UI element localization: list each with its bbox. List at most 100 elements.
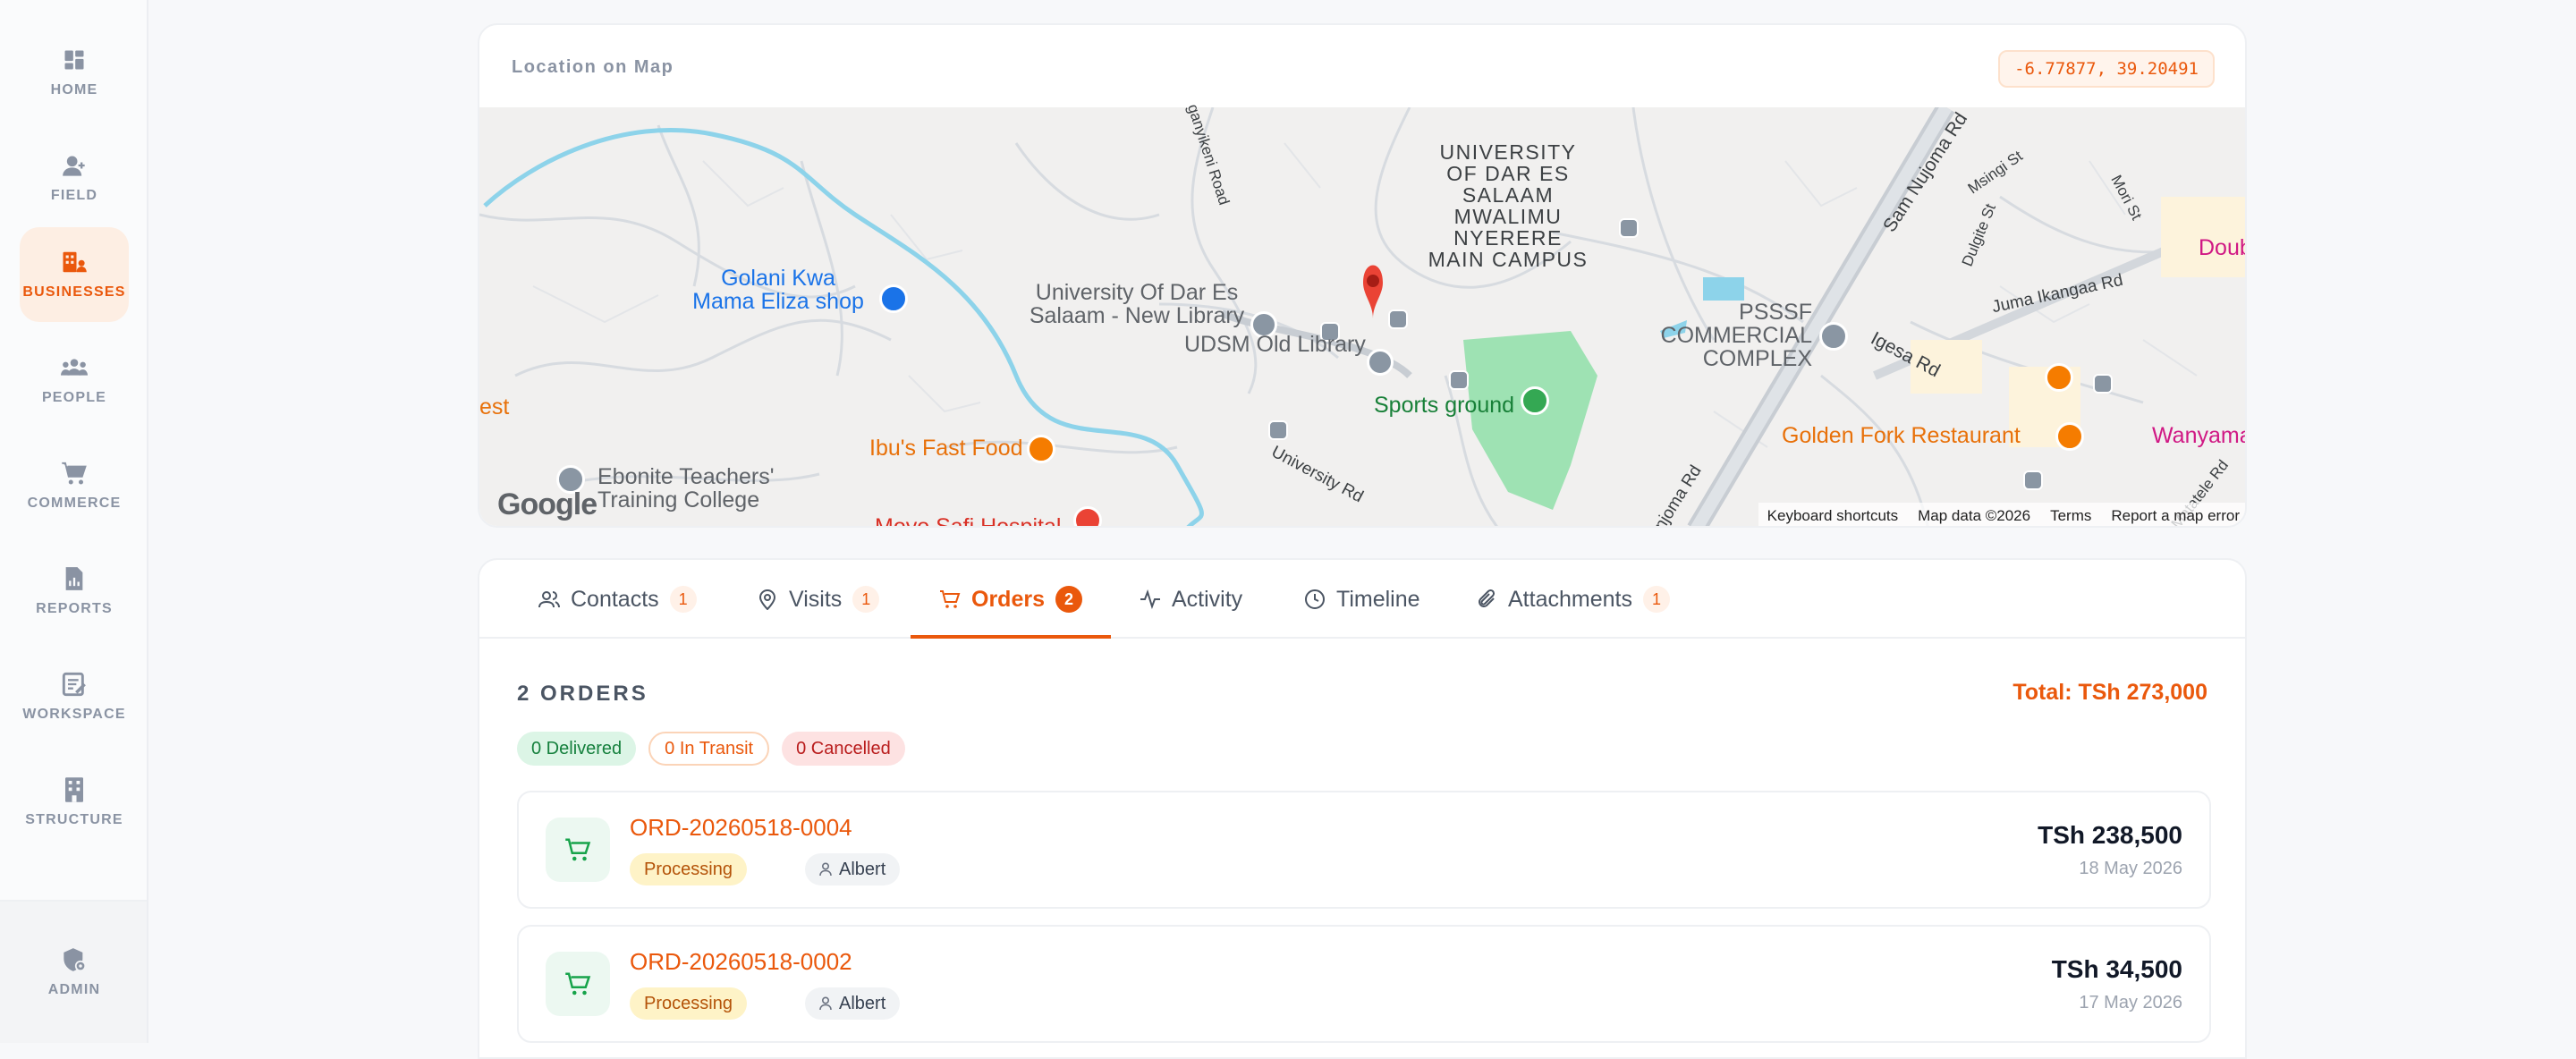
order-user-badge: Albert: [805, 853, 901, 885]
nav-reports[interactable]: REPORTS: [20, 544, 129, 639]
map-footer: Keyboard shortcuts Map data ©2026 Terms …: [1758, 503, 2245, 526]
nav-field[interactable]: FIELD: [20, 131, 129, 225]
nav-admin[interactable]: ADMIN: [20, 925, 129, 1020]
tab-count-badge: 1: [1642, 586, 1670, 613]
workspace-icon: [61, 671, 88, 698]
cart-icon: [546, 818, 610, 882]
order-date: 18 May 2026: [2079, 859, 2182, 878]
ebonite-label: Ebonite Teachers' Training College: [597, 464, 775, 513]
tab-timeline[interactable]: Timeline: [1304, 560, 1420, 639]
nav-label: HOME: [50, 82, 98, 97]
complex-pin-icon[interactable]: [1819, 322, 1848, 351]
nav-label: REPORTS: [36, 601, 113, 616]
user-icon: [819, 862, 832, 877]
clock-icon: [1304, 589, 1326, 610]
admin-shield-icon: [61, 946, 88, 973]
est-label: est: [479, 394, 510, 419]
order-id-link[interactable]: ORD-20260518-0004: [630, 814, 852, 842]
moyo-label: Moyo Safi Hospital: [875, 514, 1062, 528]
nav-label: WORKSPACE: [22, 707, 126, 722]
restaurant-pin-icon[interactable]: [2055, 422, 2084, 451]
tab-orders[interactable]: Orders 2: [939, 560, 1082, 639]
order-date: 17 May 2026: [2079, 993, 2182, 1012]
tab-count-badge: 2: [1055, 586, 1082, 613]
tab-activity[interactable]: Activity: [1140, 560, 1242, 639]
people-icon: [61, 354, 88, 381]
in-transit-count-pill[interactable]: 0 In Transit: [648, 732, 770, 766]
cancelled-count-pill[interactable]: 0 Cancelled: [782, 732, 905, 766]
order-status-summary: 0 Delivered 0 In Transit 0 Cancelled: [517, 732, 905, 766]
shop-pin-icon[interactable]: [879, 284, 908, 313]
sidebar-footer: ADMIN: [0, 902, 147, 1043]
bus-stop-icon: [2023, 470, 2043, 490]
tab-bar: Contacts 1 Visits 1 Orders 2 Activity Ti…: [479, 560, 2245, 639]
delivered-count-pill[interactable]: 0 Delivered: [517, 732, 637, 766]
google-logo: Google: [497, 487, 597, 521]
order-id-link[interactable]: ORD-20260518-0002: [630, 948, 852, 976]
hospital-pin-icon[interactable]: [1073, 506, 1102, 526]
field-user-icon: [61, 152, 88, 179]
restaurant-pin-icon[interactable]: [1027, 435, 1055, 463]
campus-label: UNIVERSITY OF DAR ES SALAAM MWALIMU NYER…: [1428, 140, 1589, 271]
old-library-label: UDSM Old Library: [1184, 332, 1366, 357]
library-pin-icon[interactable]: [1367, 349, 1394, 376]
map-card: Location on Map -6.77877, 39.20491 UNIVE…: [478, 23, 2247, 528]
bus-stop-icon: [2093, 374, 2113, 394]
bus-stop-icon: [1619, 218, 1639, 238]
tab-visits[interactable]: Visits 1: [757, 560, 880, 639]
nav-label: ADMIN: [47, 982, 101, 997]
coordinates-badge: -6.77877, 39.20491: [1998, 50, 2215, 88]
nav-label: BUSINESSES: [22, 284, 126, 300]
order-user-name: Albert: [839, 859, 886, 879]
bus-stop-icon: [1388, 309, 1408, 329]
details-card: Contacts 1 Visits 1 Orders 2 Activity Ti…: [478, 558, 2247, 1059]
order-amount: TSh 238,500: [2038, 821, 2182, 849]
nav-label: STRUCTURE: [25, 812, 123, 827]
golden-fork-label: Golden Fork Restaurant: [1782, 423, 2021, 448]
tab-attachments[interactable]: Attachments 1: [1476, 560, 1670, 639]
nav-commerce[interactable]: COMMERCE: [20, 438, 129, 533]
nav-label: COMMERCE: [27, 496, 122, 511]
orders-heading: 2 ORDERS: [517, 682, 648, 706]
home-icon: [61, 47, 88, 73]
tab-contacts[interactable]: Contacts 1: [538, 560, 697, 639]
structure-icon: [61, 776, 88, 803]
tab-label: Orders: [971, 586, 1045, 612]
cart-icon: [546, 952, 610, 1016]
wanyama-label: Wanyama: [2152, 423, 2247, 448]
nav-structure[interactable]: STRUCTURE: [20, 755, 129, 850]
order-status-badge: Processing: [630, 987, 747, 1020]
active-tab-indicator: [911, 635, 1111, 639]
cart-icon: [61, 460, 88, 487]
map-title: Location on Map: [512, 57, 674, 77]
terms-link[interactable]: Terms: [2050, 507, 2091, 525]
tab-label: Activity: [1172, 586, 1243, 612]
nav-home[interactable]: HOME: [20, 25, 129, 120]
tab-label: Contacts: [571, 586, 659, 612]
order-amount: TSh 34,500: [2051, 955, 2182, 983]
map-data-attribution: Map data ©2026: [1918, 507, 2031, 524]
map-view[interactable]: UNIVERSITY OF DAR ES SALAAM MWALIMU NYER…: [479, 102, 2247, 528]
tab-count-badge: 1: [852, 586, 880, 613]
nav-people[interactable]: PEOPLE: [20, 333, 129, 428]
keyboard-shortcuts-link[interactable]: Keyboard shortcuts: [1767, 507, 1898, 525]
psssf-label: PSSSF COMMERCIAL COMPLEX: [1660, 300, 1812, 371]
doub-label: Doub: [2199, 235, 2247, 260]
sports-ground-label: Sports ground: [1374, 393, 1515, 418]
restaurant-pin-icon[interactable]: [2045, 363, 2073, 392]
tab-label: Visits: [789, 586, 843, 612]
nav-businesses[interactable]: BUSINESSES: [20, 227, 129, 322]
orders-total: Total: TSh 273,000: [2012, 680, 2207, 705]
map-header: Location on Map -6.77877, 39.20491: [479, 25, 2245, 107]
businesses-icon: [61, 249, 88, 275]
report-error-link[interactable]: Report a map error: [2111, 507, 2240, 525]
tab-count-badge: 1: [669, 586, 697, 613]
bus-stop-icon: [1449, 370, 1469, 390]
sports-pin-icon[interactable]: [1521, 386, 1549, 415]
contacts-icon: [538, 589, 560, 610]
order-row[interactable]: ORD-20260518-0002 Processing Albert TSh …: [517, 925, 2211, 1043]
shop-label: Golani Kwa Mama Eliza shop: [692, 266, 864, 314]
order-row[interactable]: ORD-20260518-0004 Processing Albert TSh …: [517, 791, 2211, 909]
nav-workspace[interactable]: WORKSPACE: [20, 649, 129, 744]
bus-stop-icon: [1268, 420, 1288, 440]
